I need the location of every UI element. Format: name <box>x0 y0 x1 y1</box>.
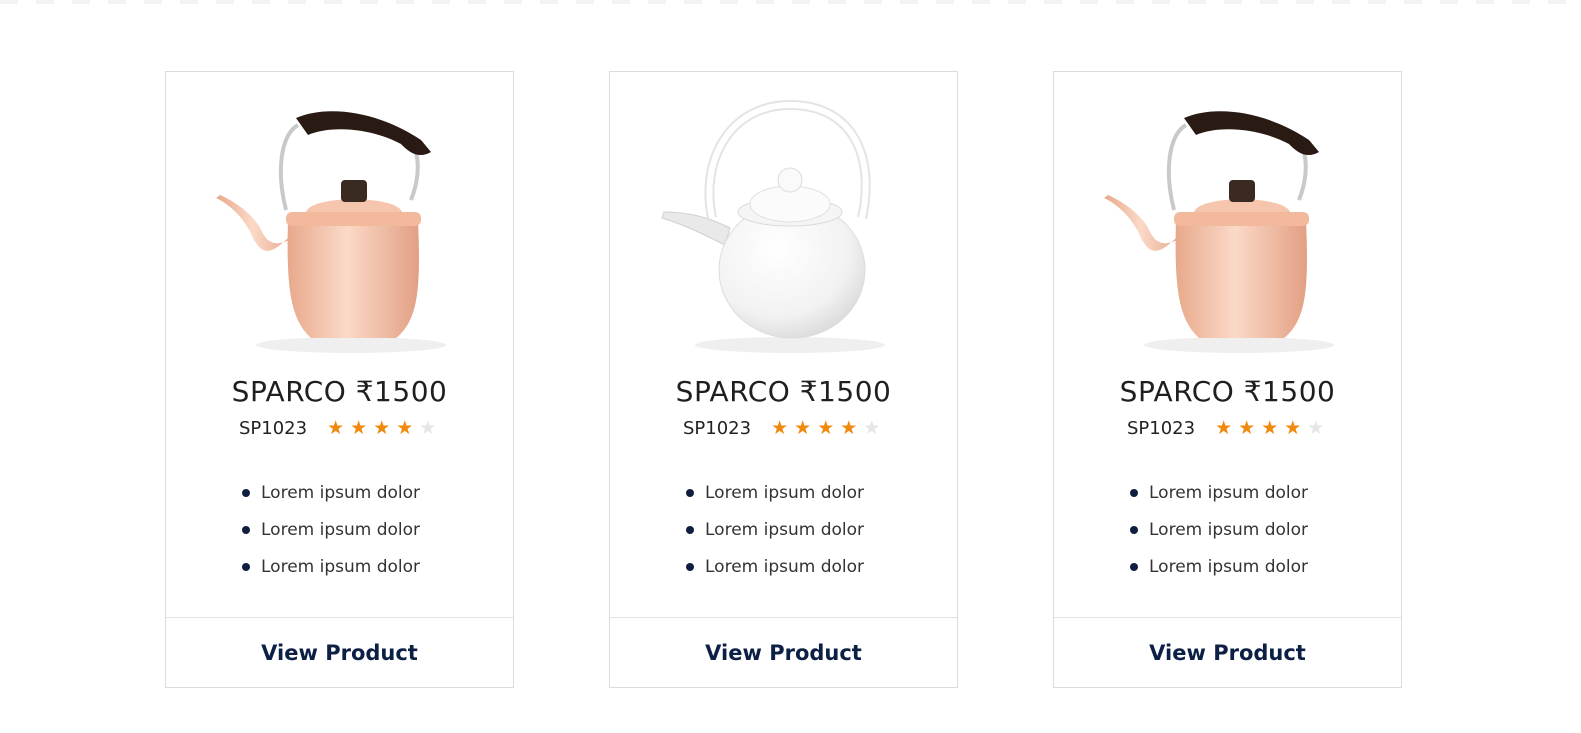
bullet-icon <box>686 562 694 571</box>
feature-item: Lorem ipsum dolor <box>242 511 420 548</box>
star-icon: ★ <box>350 418 368 439</box>
bullet-icon <box>1130 488 1138 497</box>
bullet-icon <box>1130 525 1138 534</box>
star-icon: ★ <box>327 418 345 439</box>
product-card: SPARCO ₹1500 SP1023 ★ ★ ★ ★ ★ Lorem ipsu… <box>609 71 958 688</box>
card-footer: View Product <box>610 617 957 687</box>
feature-text: Lorem ipsum dolor <box>705 482 865 503</box>
star-empty-icon: ★ <box>419 418 437 439</box>
product-sku: SP1023 <box>239 418 308 439</box>
white-kettle-image <box>650 99 920 360</box>
product-meta: SP1023 ★ ★ ★ ★ ★ <box>1127 418 1324 439</box>
rating-stars: ★ ★ ★ ★ ★ <box>1215 419 1324 438</box>
view-product-button[interactable]: View Product <box>253 637 426 669</box>
feature-list: Lorem ipsum dolor Lorem ipsum dolor Lore… <box>686 474 864 585</box>
feature-text: Lorem ipsum dolor <box>705 519 865 540</box>
product-title: SPARCO ₹1500 <box>231 375 448 408</box>
product-card: SPARCO ₹1500 SP1023 ★ ★ ★ ★ ★ Lorem ipsu… <box>165 71 514 688</box>
product-meta: SP1023 ★ ★ ★ ★ ★ <box>683 418 880 439</box>
feature-item: Lorem ipsum dolor <box>242 474 420 511</box>
bullet-icon <box>686 488 694 497</box>
bullet-icon <box>1130 562 1138 571</box>
star-icon: ★ <box>1215 418 1233 439</box>
product-title: SPARCO ₹1500 <box>1119 375 1336 408</box>
product-sku: SP1023 <box>1127 418 1196 439</box>
bullet-icon <box>242 488 250 497</box>
view-product-button[interactable]: View Product <box>1141 637 1314 669</box>
card-footer: View Product <box>1054 617 1401 687</box>
feature-text: Lorem ipsum dolor <box>261 519 421 540</box>
feature-text: Lorem ipsum dolor <box>261 482 421 503</box>
product-title: SPARCO ₹1500 <box>675 375 892 408</box>
top-border-strip <box>0 0 1581 4</box>
feature-text: Lorem ipsum dolor <box>1149 482 1309 503</box>
product-sku: SP1023 <box>683 418 752 439</box>
feature-text: Lorem ipsum dolor <box>1149 556 1309 577</box>
product-card: SPARCO ₹1500 SP1023 ★ ★ ★ ★ ★ Lorem ipsu… <box>1053 71 1402 688</box>
feature-item: Lorem ipsum dolor <box>686 511 864 548</box>
star-icon: ★ <box>373 418 391 439</box>
feature-item: Lorem ipsum dolor <box>686 474 864 511</box>
bullet-icon <box>242 562 250 571</box>
star-icon: ★ <box>794 418 812 439</box>
feature-text: Lorem ipsum dolor <box>1149 519 1309 540</box>
star-icon: ★ <box>840 418 858 439</box>
feature-item: Lorem ipsum dolor <box>242 548 420 585</box>
product-grid: SPARCO ₹1500 SP1023 ★ ★ ★ ★ ★ Lorem ipsu… <box>165 71 1402 688</box>
feature-item: Lorem ipsum dolor <box>1130 548 1308 585</box>
feature-list: Lorem ipsum dolor Lorem ipsum dolor Lore… <box>242 474 420 585</box>
star-empty-icon: ★ <box>863 418 881 439</box>
copper-kettle-image <box>206 100 476 360</box>
view-product-button[interactable]: View Product <box>697 637 870 669</box>
star-icon: ★ <box>1238 418 1256 439</box>
feature-list: Lorem ipsum dolor Lorem ipsum dolor Lore… <box>1130 474 1308 585</box>
feature-item: Lorem ipsum dolor <box>1130 511 1308 548</box>
product-meta: SP1023 ★ ★ ★ ★ ★ <box>239 418 436 439</box>
rating-stars: ★ ★ ★ ★ ★ <box>327 419 436 438</box>
star-icon: ★ <box>1284 418 1302 439</box>
copper-kettle-image <box>1094 100 1364 360</box>
card-footer: View Product <box>166 617 513 687</box>
star-icon: ★ <box>771 418 789 439</box>
feature-text: Lorem ipsum dolor <box>261 556 421 577</box>
feature-text: Lorem ipsum dolor <box>705 556 865 577</box>
bullet-icon <box>242 525 250 534</box>
bullet-icon <box>686 525 694 534</box>
star-icon: ★ <box>1261 418 1279 439</box>
star-icon: ★ <box>396 418 414 439</box>
star-empty-icon: ★ <box>1307 418 1325 439</box>
rating-stars: ★ ★ ★ ★ ★ <box>771 419 880 438</box>
feature-item: Lorem ipsum dolor <box>686 548 864 585</box>
feature-item: Lorem ipsum dolor <box>1130 474 1308 511</box>
star-icon: ★ <box>817 418 835 439</box>
